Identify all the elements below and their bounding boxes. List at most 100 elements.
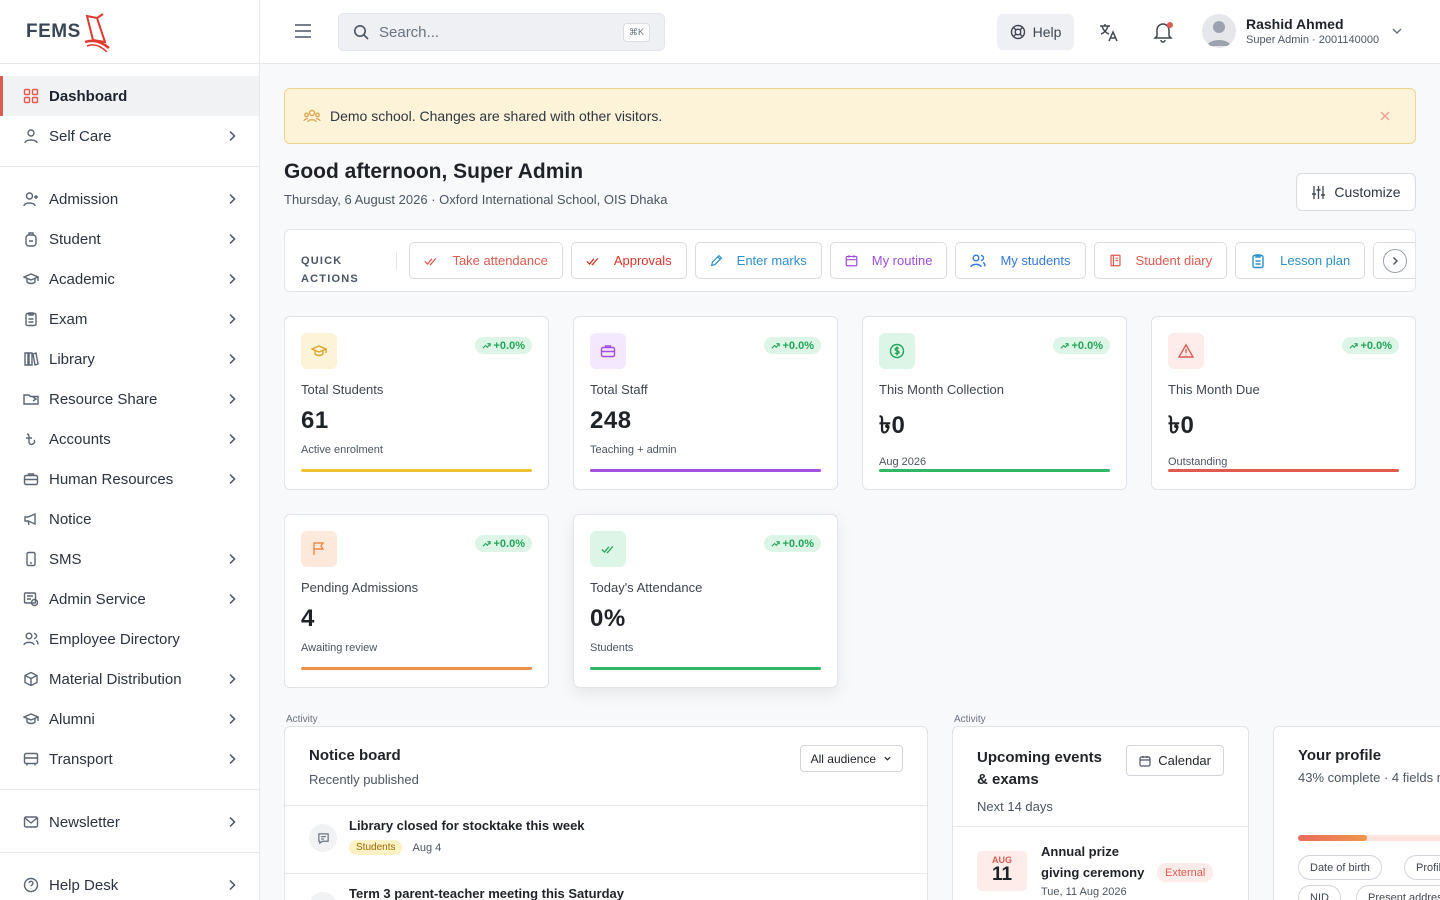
sidebar-item-help-desk[interactable]: Help Desk	[0, 865, 259, 900]
stat-card-total-students[interactable]: +0.0% Total Students 61 Active enrolment	[284, 316, 549, 490]
calendar-button[interactable]: Calendar	[1126, 745, 1224, 776]
trend-up-icon	[482, 541, 491, 547]
quick-action-lesson-plan[interactable]: Lesson plan	[1235, 242, 1366, 279]
notifications-button[interactable]	[1153, 21, 1173, 43]
missing-field-chip[interactable]: Present address	[1356, 885, 1440, 900]
stat-value: 248	[590, 407, 632, 434]
quick-action-label: Approvals	[613, 253, 672, 268]
trend-badge: +0.0%	[763, 337, 821, 354]
stat-value: 4	[301, 605, 315, 632]
users-icon	[970, 253, 993, 269]
search-input[interactable]	[379, 23, 623, 41]
event-row[interactable]: AUG 11 Annual prize giving ceremony Tue, 11…	[953, 826, 1248, 898]
sidebar-item-notice[interactable]: Notice	[0, 499, 259, 539]
missing-field-chip[interactable]: NID	[1298, 885, 1341, 900]
quick-actions-list: Take attendance Approvals Enter marks My ro…	[409, 242, 1373, 279]
chevron-right-icon	[229, 313, 236, 325]
megaphone-icon	[22, 510, 40, 528]
quick-action-enter-marks[interactable]: Enter marks	[694, 242, 822, 279]
dollar-circle-icon	[879, 333, 915, 369]
missing-field-chip[interactable]: Date of birth	[1298, 855, 1382, 880]
search-box[interactable]: ⌘K	[338, 13, 665, 51]
trend-badge: +0.0%	[474, 535, 532, 552]
sidebar-item-newsletter[interactable]: Newsletter	[0, 802, 259, 842]
stat-subtitle: Students	[590, 642, 634, 654]
sidebar-item-employee-directory[interactable]: Employee Directory	[0, 619, 259, 659]
chevron-right-icon	[229, 816, 236, 828]
stat-card-total-staff[interactable]: +0.0% Total Staff 248 Teaching + admin	[573, 316, 838, 490]
sidebar-item-material-distribution[interactable]: Material Distribution	[0, 659, 259, 699]
mail-icon	[22, 813, 40, 831]
chevron-down-icon	[884, 756, 891, 761]
missing-field-chip[interactable]: Profile	[1404, 855, 1440, 880]
quick-action-my-students[interactable]: My students	[955, 242, 1086, 279]
quick-actions-label: QUICK ACTIONS	[301, 251, 398, 285]
clipboard-icon	[1250, 253, 1273, 269]
users-icon	[303, 109, 321, 123]
stat-card-this-month-due[interactable]: +0.0% This Month Due ৳0 Outstanding	[1151, 316, 1416, 490]
sidebar-item-label: Transport	[49, 750, 113, 768]
close-icon[interactable]	[1377, 108, 1393, 124]
sidebar-item-human-resources[interactable]: Human Resources	[0, 459, 259, 499]
stat-title: Total Staff	[590, 382, 648, 397]
chevron-down-icon	[1392, 28, 1402, 35]
sidebar-item-library[interactable]: Library	[0, 339, 259, 379]
brand-logo[interactable]: FEMS	[0, 0, 259, 64]
notice-row[interactable]: Term 3 parent-teacher meeting this Satur…	[285, 873, 927, 900]
stat-title: This Month Due	[1168, 382, 1260, 397]
check-double-icon	[590, 531, 626, 567]
notice-board-panel: Notice board Recently published All audi…	[284, 726, 928, 900]
stat-card-this-month-collection[interactable]: +0.0% This Month Collection ৳0 Aug 2026	[862, 316, 1127, 490]
trend-badge: +0.0%	[1052, 337, 1110, 354]
trend-up-icon	[771, 541, 780, 547]
quick-action-my-routine[interactable]: My routine	[829, 242, 948, 279]
sidebar-item-sms[interactable]: SMS	[0, 539, 259, 579]
quick-action-take-attendance[interactable]: Take attendance	[409, 242, 563, 279]
customize-button[interactable]: Customize	[1296, 173, 1416, 211]
sidebar-item-transport[interactable]: Transport	[0, 739, 259, 779]
notice-date: Aug 4	[412, 841, 442, 854]
help-circle-icon	[22, 876, 40, 894]
quick-action-student-diary[interactable]: Student diary	[1093, 242, 1228, 279]
brand-name: FEMS	[26, 20, 81, 42]
graduation-cap-icon	[22, 270, 40, 288]
profile-progress-bar	[1298, 835, 1440, 841]
sidebar-item-exam[interactable]: Exam	[0, 299, 259, 339]
profile-progress-fill	[1298, 835, 1367, 841]
user-menu[interactable]: Rashid Ahmed Super Admin · 2001140000	[1202, 14, 1403, 48]
sidebar-group: Newsletter	[0, 790, 259, 853]
sidebar-item-student[interactable]: Student	[0, 219, 259, 259]
events-title: Upcoming events & exams	[977, 749, 1103, 788]
sidebar-item-accounts[interactable]: Accounts	[0, 419, 259, 459]
sidebar-item-admin-service[interactable]: Admin Service	[0, 579, 259, 619]
stat-subtitle: Aug 2026	[879, 456, 927, 468]
stat-card-today-s-attendance[interactable]: +0.0% Today's Attendance 0% Students	[573, 514, 838, 688]
notice-row[interactable]: Library closed for stocktake this week St…	[285, 805, 927, 873]
chevron-right-icon	[229, 673, 236, 685]
events-panel: Upcoming events & exams Next 14 days Cal…	[952, 726, 1249, 900]
chevron-right-icon	[229, 273, 236, 285]
sidebar-item-alumni[interactable]: Alumni	[0, 699, 259, 739]
book-icon	[1109, 254, 1129, 267]
sidebar-item-self-care[interactable]: Self Care	[0, 116, 259, 156]
demo-banner: Demo school. Changes are shared with oth…	[284, 88, 1416, 144]
stat-card-pending-admissions[interactable]: +0.0% Pending Admissions 4 Awaiting review	[284, 514, 549, 688]
sliders-icon	[1312, 185, 1326, 199]
notice-meta: Students Aug 4	[349, 840, 585, 855]
graduation-cap-icon	[22, 710, 40, 728]
audience-tag: Students	[349, 840, 403, 855]
sidebar-item-academic[interactable]: Academic	[0, 259, 259, 299]
sidebar-item-label: Exam	[49, 310, 88, 328]
translate-icon[interactable]	[1098, 21, 1120, 43]
quick-action-approvals[interactable]: Approvals	[570, 242, 687, 279]
sidebar-item-dashboard[interactable]: Dashboard	[0, 76, 259, 116]
audience-filter[interactable]: All audience	[799, 745, 903, 772]
help-button[interactable]: Help	[997, 14, 1074, 50]
menu-icon[interactable]	[294, 22, 312, 40]
stat-title: Total Students	[301, 382, 384, 397]
quick-action-label: Student diary	[1135, 253, 1213, 268]
quick-actions-more-button[interactable]	[1373, 242, 1415, 279]
sidebar-item-admission[interactable]: Admission	[0, 179, 259, 219]
sidebar-item-label: Alumni	[49, 710, 95, 728]
sidebar-item-resource-share[interactable]: Resource Share	[0, 379, 259, 419]
